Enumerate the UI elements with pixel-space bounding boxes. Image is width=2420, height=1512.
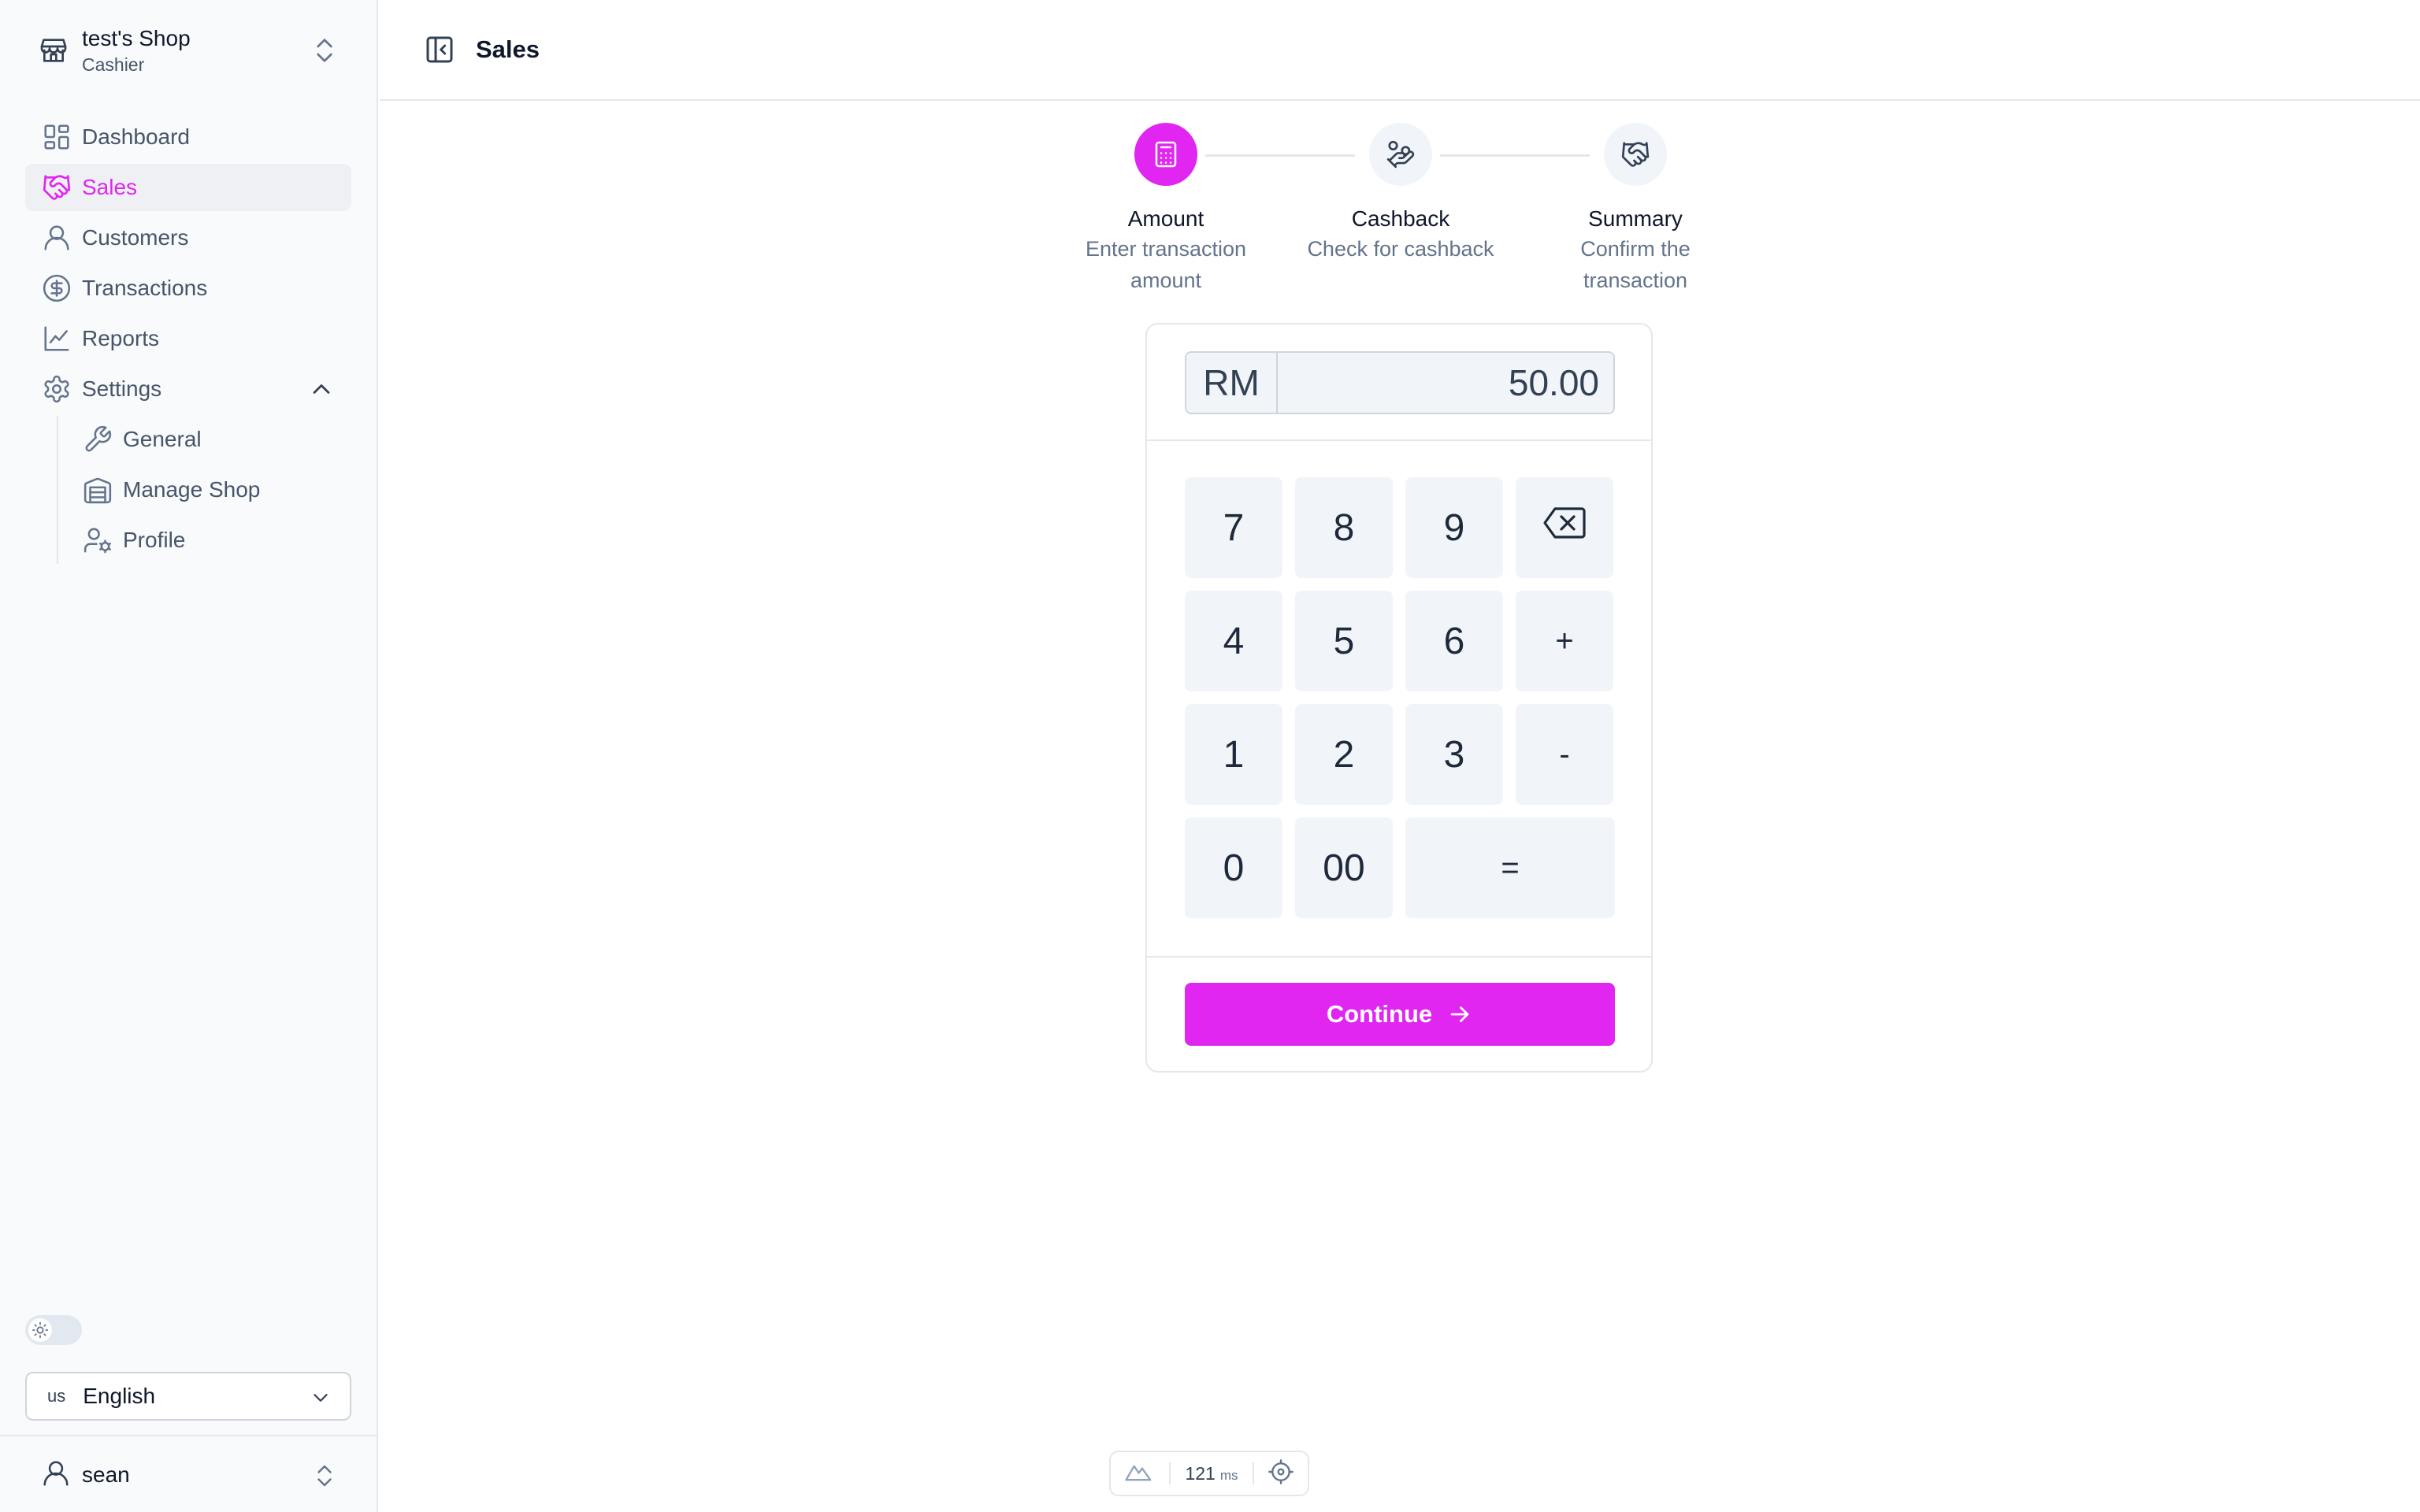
perf-readout: 121 ms [1185,1463,1238,1484]
keypad: 7 8 9 4 5 6 + 1 2 3 - 0 00 = [1185,477,1615,918]
continue-label: Continue [1326,1000,1433,1028]
key-6[interactable]: 6 [1405,591,1503,691]
shop-role: Cashier [82,54,145,75]
sidebar-item-label: Transactions [82,276,208,300]
page-header: Sales [380,0,2420,101]
step-summary[interactable]: Summary Confirm the transaction [1517,123,1754,296]
key-9[interactable]: 9 [1405,477,1503,578]
key-equals[interactable]: = [1405,817,1615,918]
step-title: Summary [1588,206,1683,231]
perf-unit: ms [1219,1467,1238,1483]
sidebar-nav: Dashboard Sales Customers Transactions R… [25,113,351,567]
mountain-icon[interactable] [1125,1460,1155,1488]
sidebar-item-label: General [123,427,202,451]
gear-icon [41,373,72,405]
sidebar-item-label: Profile [123,528,186,552]
key-plus[interactable]: + [1516,591,1613,691]
key-7[interactable]: 7 [1185,477,1282,578]
user-cog-icon [82,524,113,556]
hand-coins-icon [1369,123,1432,186]
language-value: English [83,1384,156,1408]
currency-label: RM [1186,353,1278,413]
warehouse-icon [82,474,113,506]
arrow-right-icon [1446,1001,1473,1028]
key-5[interactable]: 5 [1295,591,1393,691]
backspace-button[interactable] [1516,477,1613,578]
divider [1169,1462,1171,1484]
step-title: Amount [1127,206,1204,231]
step-description: amount [1130,269,1202,292]
handshake-icon [1604,123,1667,186]
key-00[interactable]: 00 [1295,817,1393,918]
perf-value: 121 [1185,1462,1216,1484]
chevron-up-icon[interactable] [307,375,336,409]
chevrons-up-down-icon [309,33,340,72]
step-description: Enter transaction [1085,237,1247,261]
panel-left-close-icon[interactable] [421,31,458,69]
sidebar-item-label: Settings [82,376,162,401]
divider [1147,439,1651,441]
store-icon [32,35,76,66]
divider [1147,956,1651,958]
key-8[interactable]: 8 [1295,477,1393,578]
backspace-icon [1542,506,1587,550]
crosshair-icon[interactable] [1268,1458,1294,1488]
sidebar-item-label: Dashboard [82,124,190,149]
settings-subnav: General Manage Shop Profile [57,416,351,564]
language-flag: us [47,1386,66,1406]
layout-grid-icon [41,121,72,153]
continue-button[interactable]: Continue [1185,983,1615,1046]
divider [0,1435,377,1436]
sidebar-item-reports[interactable]: Reports [25,315,351,362]
line-chart-icon [41,323,72,354]
sidebar-item-transactions[interactable]: Transactions [25,265,351,312]
amount-field[interactable]: RM 50.00 [1185,351,1615,414]
shop-name: test's Shop [82,26,191,50]
step-description: Confirm the [1580,237,1691,261]
sidebar-item-sales[interactable]: Sales [25,164,351,211]
step-description: Check for cashback [1307,237,1494,261]
language-select[interactable]: us English [25,1372,351,1421]
key-minus[interactable]: - [1516,704,1613,805]
user-icon [41,1458,71,1492]
calculator-icon [1134,123,1197,186]
key-1[interactable]: 1 [1185,704,1282,805]
perf-widget: 121 ms [1109,1451,1309,1496]
amount-value[interactable]: 50.00 [1278,353,1613,413]
key-2[interactable]: 2 [1295,704,1393,805]
user-icon [41,222,72,254]
dollar-circle-icon [41,272,72,304]
sidebar: test's Shop Cashier Dashboard Sales Cust… [0,0,378,1512]
step-title: Cashback [1351,206,1450,231]
handshake-icon [41,172,72,203]
step-description: transaction [1583,269,1688,292]
amount-card: RM 50.00 7 8 9 4 5 6 + 1 2 3 - 0 00 = Co… [1145,323,1653,1073]
user-switcher[interactable]: sean [25,1447,351,1503]
key-3[interactable]: 3 [1405,704,1503,805]
divider [1252,1462,1254,1484]
sidebar-item-label: Manage Shop [123,477,261,502]
chevrons-up-down-icon [310,1462,339,1494]
sidebar-item-manage-shop[interactable]: Manage Shop [82,466,351,513]
sidebar-item-customers[interactable]: Customers [25,214,351,261]
sidebar-item-label: Reports [82,326,160,350]
sidebar-item-label: Customers [82,225,189,250]
shop-switcher[interactable]: test's Shop Cashier [25,16,353,85]
theme-toggle[interactable] [25,1315,82,1345]
step-cashback[interactable]: Cashback Check for cashback [1282,123,1519,265]
chevron-down-icon [309,1386,332,1414]
sidebar-item-profile[interactable]: Profile [82,517,351,564]
sidebar-item-settings[interactable]: Settings [25,365,351,413]
step-amount[interactable]: Amount Enter transaction amount [1048,123,1284,296]
sun-icon [28,1318,52,1342]
user-name: sean [82,1462,130,1487]
key-4[interactable]: 4 [1185,591,1282,691]
key-0[interactable]: 0 [1185,817,1282,918]
sidebar-item-dashboard[interactable]: Dashboard [25,113,351,161]
sidebar-item-label: Sales [82,175,138,199]
page-title: Sales [476,35,540,63]
wrench-icon [82,424,113,455]
sidebar-item-general[interactable]: General [82,416,351,463]
